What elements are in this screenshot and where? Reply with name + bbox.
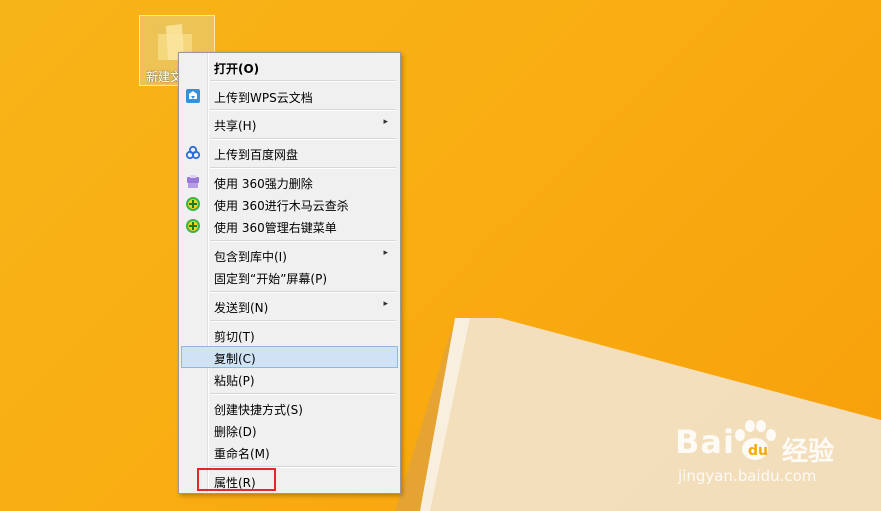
menu-item-label: 删除(D) xyxy=(214,425,257,439)
menu-separator xyxy=(210,320,396,322)
360-shredder-icon xyxy=(187,175,199,188)
menu-item-include-library[interactable]: 包含到库中(I) ▸ xyxy=(181,244,398,266)
menu-item-label: 使用 360管理右键菜单 xyxy=(214,221,337,235)
menu-item-360-manage[interactable]: 使用 360管理右键菜单 xyxy=(181,215,398,237)
menu-item-label: 使用 360进行木马云查杀 xyxy=(214,199,349,213)
context-menu: 打开(O) 上传到WPS云文档 共享(H) ▸ 上传到百度网盘 使用 360强力… xyxy=(178,52,401,494)
submenu-arrow-icon: ▸ xyxy=(383,248,388,258)
menu-item-create-shortcut[interactable]: 创建快捷方式(S) xyxy=(181,397,398,419)
menu-item-copy[interactable]: 复制(C) xyxy=(181,346,398,368)
menu-separator xyxy=(210,291,396,293)
menu-item-pin-start[interactable]: 固定到“开始”屏幕(P) xyxy=(181,266,398,288)
menu-item-upload-baidu[interactable]: 上传到百度网盘 xyxy=(181,142,398,164)
menu-item-paste[interactable]: 粘贴(P) xyxy=(181,368,398,390)
menu-item-label: 使用 360强力删除 xyxy=(214,177,313,191)
submenu-arrow-icon: ▸ xyxy=(383,117,388,127)
wps-cloud-icon xyxy=(186,89,200,103)
submenu-arrow-icon: ▸ xyxy=(383,299,388,309)
360-antivirus-icon xyxy=(186,197,200,211)
svg-text:du: du xyxy=(748,443,768,459)
menu-item-label: 创建快捷方式(S) xyxy=(214,403,303,417)
menu-item-upload-wps[interactable]: 上传到WPS云文档 xyxy=(181,85,398,107)
baidu-netdisk-icon xyxy=(185,145,201,160)
menu-item-label: 发送到(N) xyxy=(214,301,269,315)
menu-separator xyxy=(210,80,396,82)
menu-item-open[interactable]: 打开(O) xyxy=(181,56,398,78)
menu-item-delete[interactable]: 删除(D) xyxy=(181,419,398,441)
menu-item-label: 打开(O) xyxy=(214,62,260,76)
menu-separator xyxy=(210,167,396,169)
menu-item-label: 复制(C) xyxy=(214,352,256,366)
menu-item-label: 重命名(M) xyxy=(214,447,270,461)
360-antivirus-icon xyxy=(186,219,200,233)
menu-item-label: 包含到库中(I) xyxy=(214,250,287,264)
menu-item-rename[interactable]: 重命名(M) xyxy=(181,441,398,463)
menu-item-360-scan[interactable]: 使用 360进行木马云查杀 xyxy=(181,193,398,215)
watermark-brand-cn: 经验 xyxy=(782,437,835,467)
menu-item-send-to[interactable]: 发送到(N) ▸ xyxy=(181,295,398,317)
menu-separator xyxy=(210,138,396,140)
menu-separator xyxy=(210,393,396,395)
menu-item-label: 上传到百度网盘 xyxy=(214,148,299,162)
paw-logo-icon: du xyxy=(735,420,776,460)
menu-item-share[interactable]: 共享(H) ▸ xyxy=(181,113,398,135)
menu-separator xyxy=(210,109,396,111)
menu-separator xyxy=(210,240,396,242)
menu-item-label: 粘贴(P) xyxy=(214,374,255,388)
menu-item-label: 剪切(T) xyxy=(214,330,255,344)
menu-item-cut[interactable]: 剪切(T) xyxy=(181,324,398,346)
menu-item-label: 固定到“开始”屏幕(P) xyxy=(214,272,328,286)
menu-item-label: 上传到WPS云文档 xyxy=(214,91,313,105)
baidu-jingyan-watermark: Bai du 经验 jingyan.baidu.com xyxy=(670,413,870,493)
menu-item-360-delete[interactable]: 使用 360强力删除 xyxy=(181,171,398,193)
highlight-annotation-box xyxy=(197,468,276,491)
watermark-url: jingyan.baidu.com xyxy=(678,467,817,485)
watermark-brand: Bai xyxy=(675,423,735,461)
menu-item-label: 共享(H) xyxy=(214,119,257,133)
